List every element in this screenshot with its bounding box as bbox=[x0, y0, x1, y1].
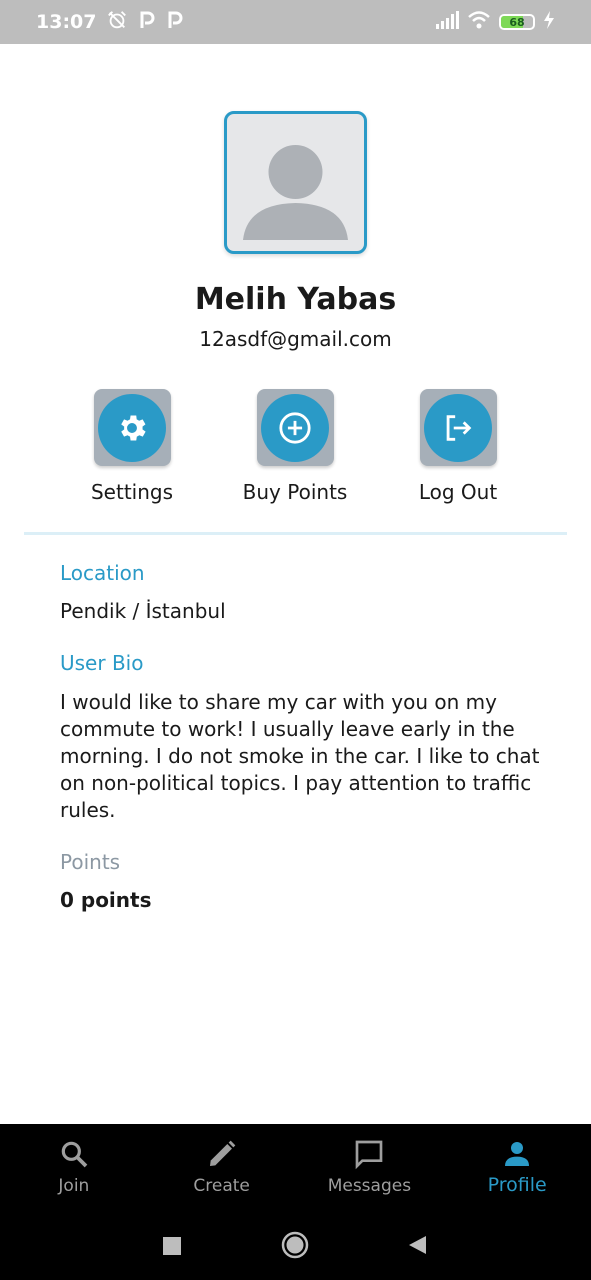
bio-value: I would like to share my car with you on… bbox=[60, 690, 540, 822]
settings-button[interactable]: Settings bbox=[57, 389, 207, 504]
message-icon bbox=[356, 1140, 383, 1170]
nav-label-messages: Messages bbox=[327, 1176, 412, 1196]
log-out-tile[interactable] bbox=[419, 389, 497, 466]
parking-icon bbox=[166, 10, 184, 35]
wifi-icon bbox=[467, 10, 491, 34]
nav-item-messages[interactable]: Messages bbox=[296, 1124, 444, 1214]
status-bar: 13:07 68 bbox=[0, 0, 591, 44]
logout-icon bbox=[446, 414, 472, 441]
nav-item-join[interactable]: Join bbox=[0, 1124, 148, 1214]
divider bbox=[24, 532, 567, 535]
nav-label-profile: Profile bbox=[487, 1174, 547, 1196]
signal-icon bbox=[435, 11, 459, 33]
parking-icon bbox=[138, 10, 156, 35]
battery-indicator: 68 bbox=[499, 14, 535, 30]
nav-label-create: Create bbox=[193, 1176, 250, 1196]
nav-label-join: Join bbox=[58, 1176, 90, 1196]
status-time: 13:07 bbox=[36, 11, 97, 33]
person-icon bbox=[505, 1142, 530, 1166]
settings-label: Settings bbox=[90, 480, 174, 504]
search-icon bbox=[61, 1141, 88, 1168]
alarm-off-icon bbox=[106, 9, 128, 36]
buy-points-tile[interactable] bbox=[256, 389, 334, 466]
points-value: 0 points bbox=[60, 888, 152, 912]
profile-email: 12asdf@gmail.com bbox=[199, 327, 392, 351]
log-out-button[interactable]: Log Out bbox=[383, 389, 533, 504]
recents-icon[interactable] bbox=[162, 1236, 182, 1260]
home-icon[interactable] bbox=[281, 1231, 309, 1263]
buy-points-button[interactable]: Buy Points bbox=[220, 389, 370, 504]
system-nav bbox=[0, 1214, 591, 1280]
back-icon[interactable] bbox=[406, 1234, 428, 1260]
plus-circle-icon bbox=[279, 411, 311, 444]
profile-name: Melih Yabas bbox=[194, 282, 397, 317]
settings-tile[interactable] bbox=[93, 389, 171, 466]
points-label: Points bbox=[60, 850, 121, 874]
bio-label: User Bio bbox=[60, 651, 144, 675]
bottom-nav: Join Create Messages Profile bbox=[0, 1124, 591, 1214]
battery-level: 68 bbox=[509, 15, 525, 29]
log-out-label: Log Out bbox=[418, 480, 498, 504]
status-left: 13:07 bbox=[36, 9, 184, 36]
person-placeholder-icon bbox=[243, 145, 348, 240]
buy-points-label: Buy Points bbox=[242, 480, 348, 504]
location-value: Pendik / İstanbul bbox=[60, 599, 226, 623]
avatar[interactable] bbox=[224, 111, 367, 254]
gear-icon bbox=[121, 415, 146, 440]
pencil-icon bbox=[209, 1140, 235, 1166]
status-right: 68 bbox=[435, 10, 555, 34]
nav-item-create[interactable]: Create bbox=[148, 1124, 296, 1214]
location-label: Location bbox=[60, 561, 145, 585]
nav-item-profile[interactable]: Profile bbox=[443, 1124, 591, 1214]
charging-icon bbox=[543, 11, 555, 33]
